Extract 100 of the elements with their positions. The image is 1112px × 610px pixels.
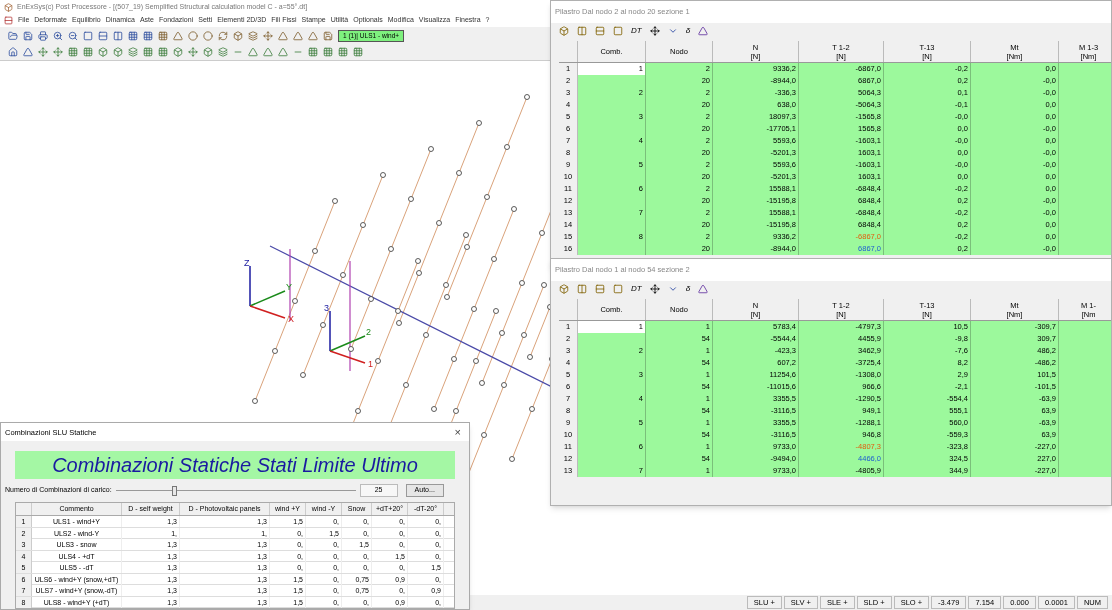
node-circle — [395, 308, 401, 314]
node-circle — [252, 398, 258, 404]
node-circle — [368, 296, 374, 302]
node-circle — [396, 320, 402, 326]
grid-icon[interactable] — [143, 30, 153, 41]
node-circle — [463, 232, 469, 238]
triangle-icon[interactable] — [278, 30, 288, 41]
node-circle — [408, 196, 414, 202]
node-circle — [529, 406, 535, 412]
rectangle-icon[interactable] — [83, 30, 93, 41]
toolbar-button[interactable]: DT — [631, 25, 642, 37]
node-circle — [415, 258, 421, 264]
grid-icon[interactable] — [338, 47, 348, 57]
node-circle — [491, 256, 497, 262]
grid-icon[interactable] — [308, 47, 318, 57]
layers-icon[interactable] — [218, 47, 228, 57]
box-icon[interactable] — [173, 47, 183, 57]
slider-thumb[interactable] — [172, 485, 177, 496]
node-circle — [416, 270, 422, 276]
node-circle — [431, 406, 437, 412]
node-circle — [539, 230, 545, 236]
node-circle — [453, 408, 459, 414]
move-icon[interactable] — [649, 26, 660, 36]
zoom-in-icon[interactable] — [53, 30, 63, 41]
table-cell — [1059, 243, 1111, 255]
triangle-icon[interactable] — [23, 47, 33, 57]
grid-icon[interactable] — [158, 30, 168, 41]
node-circle — [300, 372, 306, 378]
grid-icon[interactable] — [158, 47, 168, 57]
toolbar-icon[interactable] — [577, 284, 587, 294]
box-icon[interactable] — [233, 30, 243, 41]
close-button[interactable]: × — [450, 423, 465, 441]
document-icon — [4, 16, 13, 25]
node-circle — [521, 332, 527, 338]
zoom-out-icon[interactable] — [68, 30, 78, 41]
axis-label: 2 — [366, 327, 371, 337]
house-icon[interactable] — [8, 47, 18, 57]
box-icon[interactable] — [113, 47, 123, 57]
box-icon[interactable] — [203, 47, 213, 57]
node-circle — [481, 432, 487, 438]
columns-icon[interactable] — [113, 30, 123, 41]
node-circle — [388, 246, 394, 252]
triangle-icon[interactable] — [698, 26, 709, 36]
toolbar-icon[interactable] — [577, 26, 587, 36]
layers-icon[interactable] — [128, 47, 138, 57]
banner-title: Combinazioni Statiche Stati Limite Ultimo — [52, 453, 418, 479]
grid-icon[interactable] — [143, 47, 153, 57]
toolbar-button[interactable]: DT — [631, 283, 642, 295]
node-circle — [511, 206, 517, 212]
toolbar-icon[interactable] — [613, 284, 623, 294]
node-circle — [471, 306, 477, 312]
move-icon[interactable] — [649, 284, 660, 294]
node-circle — [527, 354, 533, 360]
node-circle — [456, 170, 462, 176]
node-circle — [436, 220, 442, 226]
save-icon[interactable] — [23, 30, 33, 41]
toolbar-icon[interactable] — [559, 284, 569, 294]
toolbar-button[interactable]: δ — [685, 25, 691, 37]
triangle-icon[interactable] — [173, 30, 183, 41]
caret-icon[interactable] — [667, 26, 678, 36]
circle-icon[interactable] — [188, 30, 198, 41]
printer-icon[interactable] — [38, 30, 48, 41]
count-slider[interactable] — [115, 485, 356, 496]
grid-icon[interactable] — [353, 47, 363, 57]
node-circle — [541, 282, 547, 288]
node-circle — [476, 120, 482, 126]
node-circle — [428, 146, 434, 152]
node-circle — [380, 172, 386, 178]
node-circle — [320, 322, 326, 328]
triangle-icon[interactable] — [698, 284, 709, 294]
node-circle — [451, 356, 457, 362]
toolbar-icon[interactable] — [595, 26, 605, 36]
node-circle — [484, 194, 490, 200]
axis-label: Z — [244, 258, 250, 268]
grid-icon[interactable] — [323, 47, 333, 57]
toolbar-icon[interactable] — [559, 26, 569, 36]
node-circle — [272, 348, 278, 354]
caret-icon[interactable] — [667, 284, 678, 294]
box-icon[interactable] — [98, 47, 108, 57]
node-circle — [375, 358, 381, 364]
grid-icon[interactable] — [68, 47, 78, 57]
node-circle — [332, 198, 338, 204]
triangle-icon[interactable] — [308, 30, 318, 41]
rows-icon[interactable] — [98, 30, 108, 41]
layers-icon[interactable] — [248, 30, 258, 41]
refresh-icon[interactable] — [218, 30, 228, 41]
node-circle — [403, 382, 409, 388]
node-circle — [493, 308, 499, 314]
folder-icon[interactable] — [8, 30, 18, 41]
triangle-icon[interactable] — [293, 30, 303, 41]
toolbar-button[interactable]: δ — [685, 283, 691, 295]
node-circle — [292, 298, 298, 304]
circle-icon[interactable] — [203, 30, 213, 41]
node-circle — [312, 248, 318, 254]
node-circle — [524, 94, 530, 100]
grid-icon[interactable] — [83, 47, 93, 57]
grid-icon[interactable] — [128, 30, 138, 41]
toolbar-icon[interactable] — [613, 26, 623, 36]
toolbar-icon[interactable] — [595, 284, 605, 294]
node-circle — [479, 380, 485, 386]
